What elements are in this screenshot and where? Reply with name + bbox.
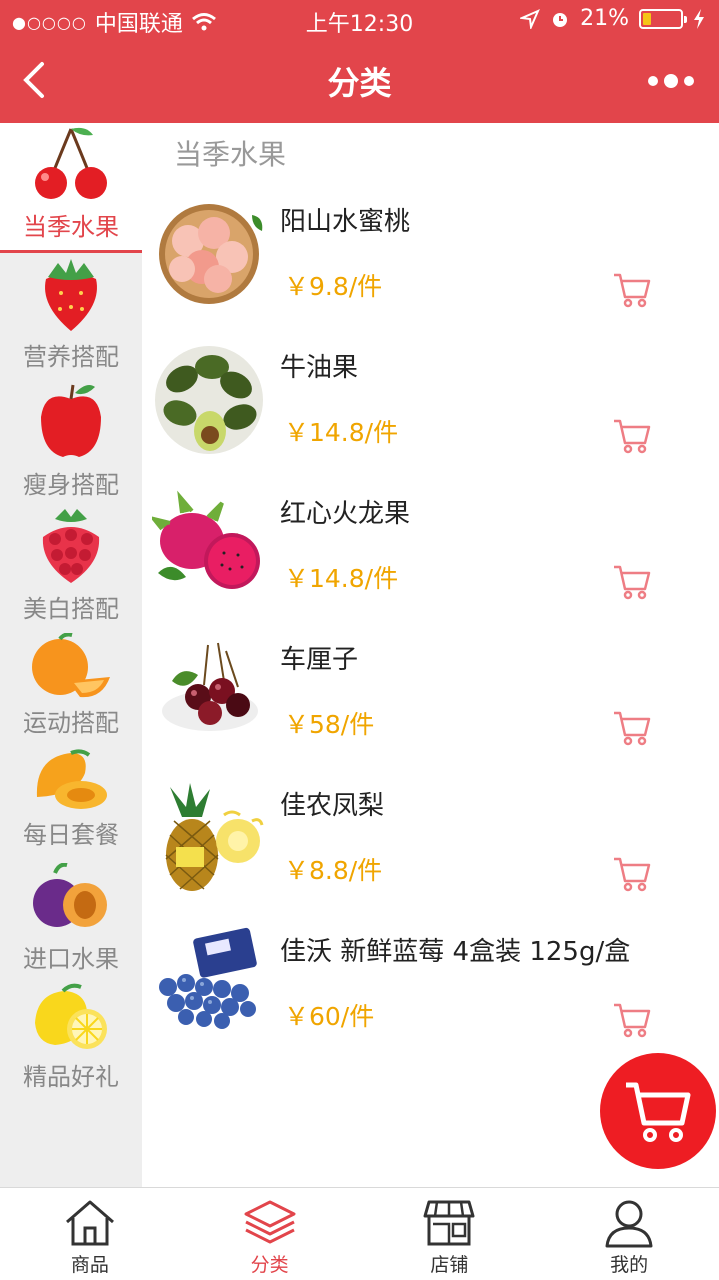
alarm-icon (553, 12, 568, 27)
mango-icon (36, 749, 107, 809)
avocado-thumbnail (155, 346, 263, 454)
layers-icon (244, 1200, 296, 1244)
orange-icon (32, 633, 110, 698)
product-price: ￥9.8/件 (284, 272, 383, 301)
sidebar-item-sports[interactable]: 运动搭配 (0, 633, 142, 738)
apple-icon (41, 384, 101, 457)
nav-bar: 分类 (0, 40, 719, 123)
product-name: 车厘子 (280, 645, 359, 675)
product-item[interactable]: 佳农凤梨 ￥8.8/件 (142, 781, 719, 927)
page-title: 分类 (327, 64, 392, 102)
product-price: ￥14.8/件 (284, 564, 399, 593)
product-item[interactable]: 阳山水蜜桃 ￥9.8/件 (142, 197, 719, 343)
tab-label: 店铺 (430, 1254, 469, 1276)
sidebar-item-label: 运动搭配 (23, 709, 119, 737)
cherry-icon (35, 127, 107, 199)
battery-icon (639, 8, 687, 29)
status-bar: ●○○○○ 中国联通 上午12:30 21% (0, 0, 719, 40)
tab-store[interactable]: 店铺 (360, 1188, 540, 1280)
sidebar-item-label: 美白搭配 (23, 595, 119, 623)
tab-label: 商品 (70, 1254, 109, 1276)
floating-cart-button[interactable] (600, 1053, 716, 1169)
sidebar-item-slimming[interactable]: 瘦身搭配 (0, 381, 142, 500)
product-item[interactable]: 红心火龙果 ￥14.8/件 (142, 489, 719, 635)
blueberry-thumbnail (159, 927, 257, 1029)
product-item[interactable]: 佳沃 新鲜蓝莓 4盒装 125g/盒 ￥60/件 (142, 927, 719, 1073)
tab-label: 我的 (610, 1254, 649, 1276)
category-sidebar: 当季水果 营养搭配 瘦身搭配 美白搭配 运动搭配 每日套餐 进口水果 精品好礼 (0, 123, 142, 1187)
tab-mine[interactable]: 我的 (539, 1188, 719, 1280)
product-name: 佳农凤梨 (280, 791, 385, 821)
battery-fill (643, 12, 651, 25)
tab-category[interactable]: 分类 (180, 1188, 360, 1280)
product-price: ￥8.8/件 (284, 856, 383, 885)
add-to-cart-icon[interactable] (612, 999, 652, 1039)
store-icon (423, 1200, 475, 1246)
sidebar-item-imported[interactable]: 进口水果 (0, 863, 142, 974)
product-item[interactable]: 车厘子 ￥58/件 (142, 635, 719, 781)
product-list: 当季水果 阳山水蜜桃 ￥9.8/件 牛油果 ￥14.8/件 红心火龙果 ￥14.… (142, 123, 719, 1187)
sidebar-item-daily-set[interactable]: 每日套餐 (0, 749, 142, 850)
strawberry-icon (45, 259, 97, 331)
product-item[interactable]: 牛油果 ￥14.8/件 (142, 343, 719, 489)
sidebar-item-seasonal-fruit[interactable]: 当季水果 (0, 123, 142, 253)
add-to-cart-icon[interactable] (612, 415, 652, 455)
product-price: ￥60/件 (284, 1002, 375, 1031)
pineapple-thumbnail (165, 783, 264, 891)
lemon-icon (35, 983, 107, 1049)
product-price: ￥58/件 (284, 710, 375, 739)
raspberry-icon (42, 509, 100, 583)
top-bar: ●○○○○ 中国联通 上午12:30 21% 分类 (0, 0, 719, 123)
add-to-cart-icon[interactable] (612, 707, 652, 747)
more-dots-icon[interactable] (645, 64, 697, 98)
dragon-fruit-thumbnail (152, 490, 260, 589)
product-name: 阳山水蜜桃 (280, 207, 411, 237)
product-name: 佳沃 新鲜蓝莓 4盒装 125g/盒 (280, 937, 631, 967)
user-icon (605, 1200, 653, 1248)
sidebar-item-nutrition[interactable]: 营养搭配 (0, 257, 142, 372)
tab-label: 分类 (250, 1254, 289, 1276)
bottom-tab-bar: 商品 分类 店铺 我的 (0, 1187, 719, 1280)
cherry-thumbnail (162, 642, 258, 731)
add-to-cart-icon[interactable] (612, 269, 652, 309)
sidebar-item-label: 当季水果 (23, 213, 119, 241)
sidebar-item-gifts[interactable]: 精品好礼 (0, 983, 142, 1092)
shopping-cart-icon (626, 1082, 691, 1142)
section-title: 当季水果 (174, 138, 287, 171)
sidebar-item-label: 进口水果 (23, 945, 119, 973)
product-name: 牛油果 (280, 353, 359, 383)
location-arrow-icon (520, 8, 541, 29)
sidebar-item-whitening[interactable]: 美白搭配 (0, 507, 142, 624)
product-name: 红心火龙果 (280, 499, 411, 529)
plum-icon (33, 863, 107, 927)
sidebar-item-label: 精品好礼 (23, 1063, 119, 1091)
peach-thumbnail (159, 204, 263, 304)
add-to-cart-icon[interactable] (612, 561, 652, 601)
sidebar-item-label: 瘦身搭配 (23, 471, 119, 499)
product-price: ￥14.8/件 (284, 418, 399, 447)
charging-bolt-icon (694, 8, 704, 29)
tab-products[interactable]: 商品 (0, 1188, 180, 1280)
add-to-cart-icon[interactable] (612, 853, 652, 893)
sidebar-item-label: 每日套餐 (23, 821, 119, 849)
battery-percent: 21% (580, 6, 629, 31)
sidebar-item-label: 营养搭配 (23, 343, 119, 371)
home-icon (65, 1200, 114, 1246)
